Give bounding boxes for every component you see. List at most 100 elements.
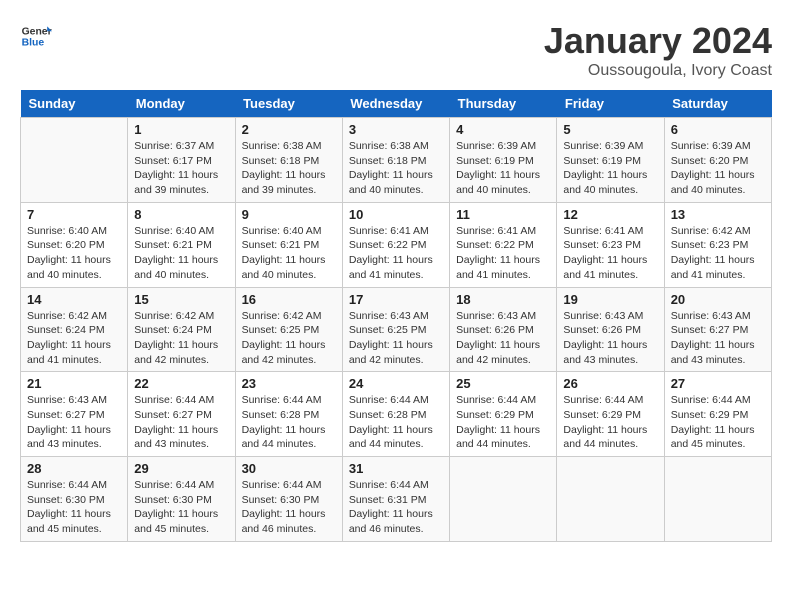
day-number: 9 [242,207,336,222]
day-info: Sunrise: 6:44 AM Sunset: 6:29 PM Dayligh… [563,393,657,452]
day-number: 17 [349,292,443,307]
table-row: 22 Sunrise: 6:44 AM Sunset: 6:27 PM Dayli… [128,372,235,457]
day-info: Sunrise: 6:40 AM Sunset: 6:21 PM Dayligh… [134,224,228,283]
day-number: 27 [671,376,765,391]
day-info: Sunrise: 6:40 AM Sunset: 6:20 PM Dayligh… [27,224,121,283]
day-number: 16 [242,292,336,307]
header-thursday: Thursday [450,90,557,118]
table-row: 31 Sunrise: 6:44 AM Sunset: 6:31 PM Dayli… [342,457,449,542]
table-row: 8 Sunrise: 6:40 AM Sunset: 6:21 PM Daylig… [128,202,235,287]
day-info: Sunrise: 6:42 AM Sunset: 6:24 PM Dayligh… [134,309,228,368]
day-info: Sunrise: 6:42 AM Sunset: 6:25 PM Dayligh… [242,309,336,368]
day-info: Sunrise: 6:37 AM Sunset: 6:17 PM Dayligh… [134,139,228,198]
day-info: Sunrise: 6:44 AM Sunset: 6:28 PM Dayligh… [349,393,443,452]
day-info: Sunrise: 6:40 AM Sunset: 6:21 PM Dayligh… [242,224,336,283]
table-row [557,457,664,542]
table-row [664,457,771,542]
table-row [450,457,557,542]
table-row: 20Sunrise: 6:43 AM Sunset: 6:27 PM Dayli… [664,287,771,372]
day-info: Sunrise: 6:43 AM Sunset: 6:26 PM Dayligh… [563,309,657,368]
day-info: Sunrise: 6:38 AM Sunset: 6:18 PM Dayligh… [349,139,443,198]
page-header: General Blue January 2024 Oussougoula, I… [20,20,772,80]
day-info: Sunrise: 6:43 AM Sunset: 6:27 PM Dayligh… [671,309,765,368]
table-row: 14Sunrise: 6:42 AM Sunset: 6:24 PM Dayli… [21,287,128,372]
day-number: 4 [456,122,550,137]
header-tuesday: Tuesday [235,90,342,118]
calendar-table: Sunday Monday Tuesday Wednesday Thursday… [20,90,772,542]
day-number: 13 [671,207,765,222]
calendar-week-row: 21Sunrise: 6:43 AM Sunset: 6:27 PM Dayli… [21,372,772,457]
day-number: 12 [563,207,657,222]
table-row: 29 Sunrise: 6:44 AM Sunset: 6:30 PM Dayli… [128,457,235,542]
calendar-subtitle: Oussougoula, Ivory Coast [544,62,772,80]
day-info: Sunrise: 6:39 AM Sunset: 6:20 PM Dayligh… [671,139,765,198]
table-row: 18Sunrise: 6:43 AM Sunset: 6:26 PM Dayli… [450,287,557,372]
table-row: 19 Sunrise: 6:43 AM Sunset: 6:26 PM Dayli… [557,287,664,372]
table-row: 2 Sunrise: 6:38 AM Sunset: 6:18 PM Daylig… [235,118,342,203]
table-row: 26 Sunrise: 6:44 AM Sunset: 6:29 PM Dayli… [557,372,664,457]
svg-text:Blue: Blue [22,38,45,49]
day-number: 7 [27,207,121,222]
day-number: 19 [563,292,657,307]
day-info: Sunrise: 6:41 AM Sunset: 6:23 PM Dayligh… [563,224,657,283]
day-number: 31 [349,461,443,476]
day-number: 2 [242,122,336,137]
day-info: Sunrise: 6:41 AM Sunset: 6:22 PM Dayligh… [349,224,443,283]
table-row: 27 Sunrise: 6:44 AM Sunset: 6:29 PM Dayli… [664,372,771,457]
day-number: 23 [242,376,336,391]
day-number: 1 [134,122,228,137]
days-header-row: Sunday Monday Tuesday Wednesday Thursday… [21,90,772,118]
header-monday: Monday [128,90,235,118]
table-row: 28 Sunrise: 6:44 AM Sunset: 6:30 PM Dayli… [21,457,128,542]
table-row: 16 Sunrise: 6:42 AM Sunset: 6:25 PM Dayli… [235,287,342,372]
table-row: 6Sunrise: 6:39 AM Sunset: 6:20 PM Daylig… [664,118,771,203]
calendar-week-row: 7 Sunrise: 6:40 AM Sunset: 6:20 PM Daylig… [21,202,772,287]
day-info: Sunrise: 6:44 AM Sunset: 6:31 PM Dayligh… [349,478,443,537]
header-saturday: Saturday [664,90,771,118]
calendar-week-row: 28 Sunrise: 6:44 AM Sunset: 6:30 PM Dayli… [21,457,772,542]
table-row: 17 Sunrise: 6:43 AM Sunset: 6:25 PM Dayli… [342,287,449,372]
day-info: Sunrise: 6:44 AM Sunset: 6:30 PM Dayligh… [242,478,336,537]
table-row: 23Sunrise: 6:44 AM Sunset: 6:28 PM Dayli… [235,372,342,457]
day-number: 26 [563,376,657,391]
day-number: 3 [349,122,443,137]
day-number: 15 [134,292,228,307]
table-row: 11Sunrise: 6:41 AM Sunset: 6:22 PM Dayli… [450,202,557,287]
day-info: Sunrise: 6:44 AM Sunset: 6:30 PM Dayligh… [27,478,121,537]
table-row: 15 Sunrise: 6:42 AM Sunset: 6:24 PM Dayli… [128,287,235,372]
day-number: 24 [349,376,443,391]
day-number: 30 [242,461,336,476]
day-info: Sunrise: 6:44 AM Sunset: 6:30 PM Dayligh… [134,478,228,537]
day-number: 8 [134,207,228,222]
day-number: 22 [134,376,228,391]
day-info: Sunrise: 6:38 AM Sunset: 6:18 PM Dayligh… [242,139,336,198]
table-row: 1 Sunrise: 6:37 AM Sunset: 6:17 PM Daylig… [128,118,235,203]
day-number: 29 [134,461,228,476]
day-number: 10 [349,207,443,222]
day-info: Sunrise: 6:44 AM Sunset: 6:29 PM Dayligh… [671,393,765,452]
day-info: Sunrise: 6:44 AM Sunset: 6:27 PM Dayligh… [134,393,228,452]
table-row: 10 Sunrise: 6:41 AM Sunset: 6:22 PM Dayli… [342,202,449,287]
header-wednesday: Wednesday [342,90,449,118]
table-row: 12 Sunrise: 6:41 AM Sunset: 6:23 PM Dayli… [557,202,664,287]
calendar-week-row: 14 Sunrise: 6:42 AM Sunset: 6:24 PM Dayli… [21,287,772,372]
table-row [21,118,128,203]
table-row: 21Sunrise: 6:43 AM Sunset: 6:27 PM Dayli… [21,372,128,457]
day-info: Sunrise: 6:42 AM Sunset: 6:23 PM Dayligh… [671,224,765,283]
calendar-title: January 2024 [544,20,772,62]
day-number: 14 [27,292,121,307]
header-friday: Friday [557,90,664,118]
table-row: 7 Sunrise: 6:40 AM Sunset: 6:20 PM Daylig… [21,202,128,287]
day-info: Sunrise: 6:44 AM Sunset: 6:29 PM Dayligh… [456,393,550,452]
day-info: Sunrise: 6:41 AM Sunset: 6:22 PM Dayligh… [456,224,550,283]
table-row: 13 Sunrise: 6:42 AM Sunset: 6:23 PM Dayli… [664,202,771,287]
table-row: 30 Sunrise: 6:44 AM Sunset: 6:30 PM Dayli… [235,457,342,542]
table-row: 24 Sunrise: 6:44 AM Sunset: 6:28 PM Dayli… [342,372,449,457]
day-number: 25 [456,376,550,391]
day-number: 28 [27,461,121,476]
day-info: Sunrise: 6:43 AM Sunset: 6:25 PM Dayligh… [349,309,443,368]
day-number: 21 [27,376,121,391]
logo-icon: General Blue [20,20,52,52]
table-row: 3 Sunrise: 6:38 AM Sunset: 6:18 PM Daylig… [342,118,449,203]
table-row: 4Sunrise: 6:39 AM Sunset: 6:19 PM Daylig… [450,118,557,203]
